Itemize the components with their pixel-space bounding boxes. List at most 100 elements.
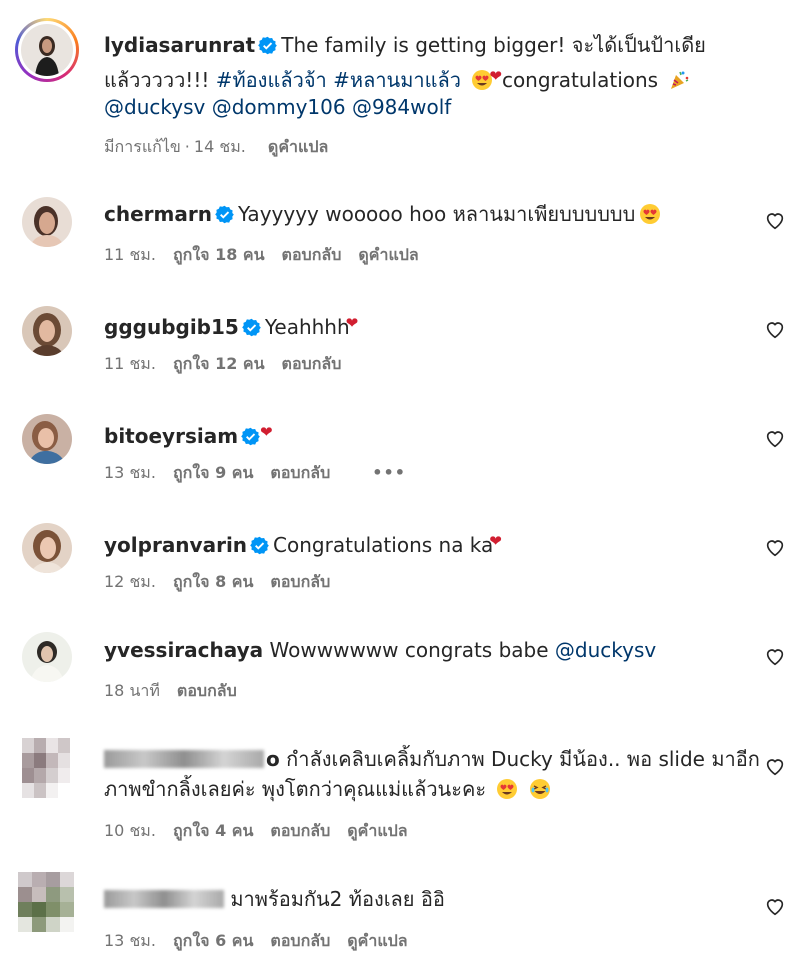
avatar-chermarn[interactable] [22,197,72,247]
comment-username[interactable]: bitoeyrsiam [104,424,238,448]
caption-text-1: The family is getting bigger! จะได้เป็นป… [281,33,706,57]
comment-line: bitoeyrsiam ❤ [104,420,273,448]
comment-line: มาพร้อมกัน2 ท้องเลย อิอิ [104,887,445,911]
comment-meta: 11 ชม. ถูกใจ 18 คน ตอบกลับ ดูคำแปล [104,243,436,268]
avatar-gggubgib15[interactable] [22,306,72,356]
comment-username-tail[interactable]: o [266,747,280,771]
like-heart-icon[interactable] [764,645,786,667]
mention-link[interactable]: @duckysv [555,638,656,662]
comment-username[interactable]: gggubgib15 [104,315,239,339]
timestamp[interactable]: 12 ชม. [104,572,156,591]
mention-link[interactable]: @984wolf [352,95,451,119]
comment-username[interactable]: yvessirachaya [104,638,263,662]
story-ring[interactable] [15,18,79,82]
verified-badge-icon [250,536,269,555]
party-popper-emoji-icon [668,69,690,91]
red-heart-emoji-icon: ❤ [489,67,502,85]
likes-count[interactable]: ถูกใจ 6 คน [173,931,253,950]
timestamp[interactable]: 14 ชม. [194,137,246,156]
reply-button[interactable]: ตอบกลับ [270,931,330,950]
timestamp[interactable]: 13 ชม. [104,931,156,950]
comment-line: o กำลังเคลิบเคลิ้มกับภาพ Ducky มีน้อง.. … [104,747,760,771]
likes-count[interactable]: ถูกใจ 4 คน [173,821,253,840]
comment-text: มาพร้อมกัน2 ท้องเลย อิอิ [230,887,445,911]
verified-badge-icon [241,427,260,446]
caption-meta: มีการแก้ไข · 14 ชม. ดูคำแปล [104,135,345,160]
avatar-yolpranvarin[interactable] [22,523,72,573]
reply-button[interactable]: ตอบกลับ [282,354,342,373]
caption-line-1: lydiasarunrat The family is getting bigge… [104,33,706,57]
comment-text: กำลังเคลิบเคลิ้มกับภาพ Ducky มีน้อง.. พอ… [286,747,760,771]
timestamp[interactable]: 18 นาที [104,681,160,700]
separator: · [184,137,190,156]
comment-meta: 12 ชม. ถูกใจ 8 คน ตอบกลับ [104,570,347,595]
comment-meta: 13 ชม. ถูกใจ 9 คน ตอบกลับ ••• [104,461,423,486]
edited-label: มีการแก้ไข [104,137,181,156]
likes-count[interactable]: ถูกใจ 18 คน [173,245,265,264]
comment-meta: 18 นาที ตอบกลับ [104,679,254,704]
comment-meta: 13 ชม. ถูกใจ 6 คน ตอบกลับ ดูคำแปล [104,929,425,954]
like-heart-icon[interactable] [764,318,786,340]
heart-eyes-emoji-icon [639,203,661,225]
reply-button[interactable]: ตอบกลับ [270,463,330,482]
comment-text: Wowwwwww congrats babe [269,638,549,662]
timestamp[interactable]: 11 ชม. [104,354,156,373]
hashtag-link[interactable]: #ท้องแล้วจ้า [216,68,327,92]
caption-line-3: @duckysv @dommy106 @984wolf [104,95,451,119]
see-translation-link[interactable]: ดูคำแปล [347,821,407,840]
comment-line-2: ภาพขำกลิ้งเลยค่ะ พุงโตกว่าคุณแม่แล้วนะคะ [104,777,551,801]
avatar-yvessirachaya[interactable] [22,632,72,682]
mention-link[interactable]: @dommy106 [212,95,346,119]
heart-eyes-emoji-icon [496,778,518,800]
avatar-lydiasarunrat[interactable] [21,24,73,76]
timestamp[interactable]: 13 ชม. [104,463,156,482]
comment-text: ภาพขำกลิ้งเลยค่ะ พุงโตกว่าคุณแม่แล้วนะคะ [104,777,487,801]
comment-text: Congratulations na ka [273,533,494,557]
comment-meta: 11 ชม. ถูกใจ 12 คน ตอบกลับ [104,352,358,377]
comment-username[interactable]: yolpranvarin [104,533,247,557]
verified-badge-icon [258,36,278,55]
caption-text-2: แล้ววววว!!! [104,68,210,92]
blurred-username [104,890,224,908]
timestamp[interactable]: 11 ชม. [104,245,156,264]
see-translation-link[interactable]: ดูคำแปล [358,245,418,264]
like-heart-icon[interactable] [764,427,786,449]
like-heart-icon[interactable] [764,209,786,231]
avatar-bitoeyrsiam[interactable] [22,414,72,464]
red-heart-emoji-icon: ❤ [489,532,502,550]
see-translation-link[interactable]: ดูคำแปล [347,931,407,950]
caption-text-3: congratulations [501,68,659,92]
hashtag-link[interactable]: #หลานมาแล้ว [333,68,461,92]
blurred-avatar [22,738,70,798]
comment-line: yolpranvarin Congratulations na ka❤ [104,529,502,557]
likes-count[interactable]: ถูกใจ 8 คน [173,572,253,591]
reply-button[interactable]: ตอบกลับ [177,681,237,700]
comment-text: Yayyyyy wooooo hoo หลานมาเพียบบบบบบ [237,202,636,226]
blurred-username [104,750,264,768]
like-heart-icon[interactable] [764,536,786,558]
red-heart-emoji-icon: ❤ [345,314,359,332]
comment-meta: 10 ชม. ถูกใจ 4 คน ตอบกลับ ดูคำแปล [104,819,425,844]
caption-line-2: แล้ววววว!!! #ท้องแล้วจ้า #หลานมาแล้ว ❤co… [104,64,690,92]
caption-username[interactable]: lydiasarunrat [104,33,255,57]
comment-line: gggubgib15 Yeahhhh❤ [104,311,358,339]
comment-text: Yeahhhh [264,315,350,339]
mention-link[interactable]: @duckysv [104,95,205,119]
see-translation-link[interactable]: ดูคำแปล [268,137,328,156]
reply-button[interactable]: ตอบกลับ [282,245,342,264]
likes-count[interactable]: ถูกใจ 9 คน [173,463,253,482]
like-heart-icon[interactable] [764,895,786,917]
verified-badge-icon [242,318,261,337]
verified-badge-icon [215,205,234,224]
reply-button[interactable]: ตอบกลับ [270,572,330,591]
comment-line: yvessirachaya Wowwwwww congrats babe @du… [104,638,656,662]
timestamp[interactable]: 10 ชม. [104,821,156,840]
red-heart-emoji-icon: ❤ [260,423,273,441]
comment-username[interactable]: chermarn [104,202,212,226]
reply-button[interactable]: ตอบกลับ [270,821,330,840]
comment-line: chermarn Yayyyyy wooooo hoo หลานมาเพียบบบ… [104,202,661,226]
more-options-icon[interactable]: ••• [372,463,406,482]
like-heart-icon[interactable] [764,755,786,777]
laughing-emoji-icon [529,778,551,800]
likes-count[interactable]: ถูกใจ 12 คน [173,354,265,373]
